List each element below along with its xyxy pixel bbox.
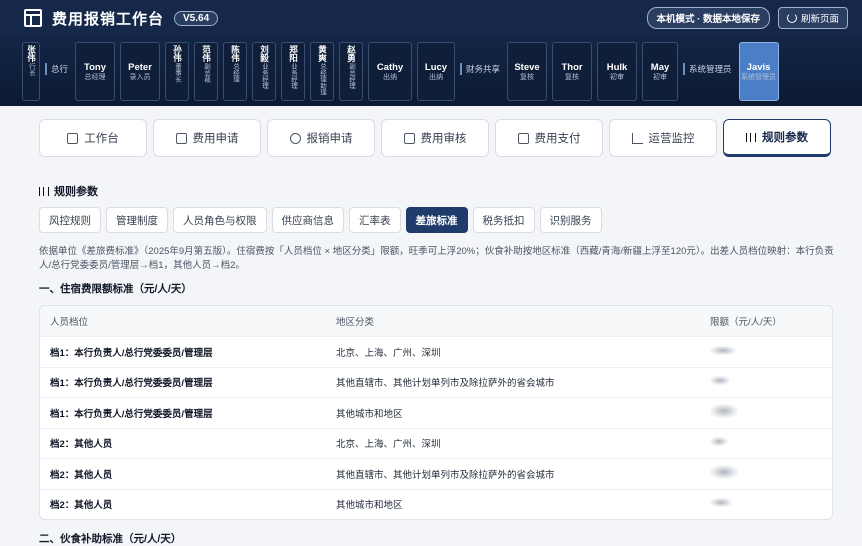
role-card[interactable]: 范伟 副总裁 — [194, 42, 219, 101]
version-badge: V5.64 — [174, 10, 219, 26]
main-tabs: 工作台 费用申请 报销申请 费用审核 费用支付 运营监控 规则参数 — [39, 119, 831, 157]
table-row: 档2：其他人员 其他城市和地区 — [40, 488, 832, 520]
sliders-icon — [39, 186, 49, 196]
chart-icon — [631, 132, 643, 144]
role-card[interactable]: Lucy 出纳 — [417, 42, 456, 101]
column-header: 限额（元/人/天） — [710, 317, 782, 328]
role-card-active[interactable]: Javis 系统管理员 — [738, 42, 779, 101]
refresh-icon — [786, 13, 797, 23]
policy-description: 依据单位《差旅费标准》（2025年9月第五版）。住宿费按「人员档位 × 地区分类… — [39, 246, 834, 271]
subtab-risk-rules[interactable]: 风控规则 — [39, 207, 101, 233]
table-row: 档2：其他人员 北京、上海、广州、深圳 — [40, 427, 832, 459]
check-circle-icon — [289, 132, 301, 144]
redacted-value — [710, 376, 730, 386]
role-card[interactable]: Peter 录入员 — [120, 42, 161, 101]
lodging-heading: 一、住宿费限额标准（元/人/天） — [39, 283, 192, 295]
role-card[interactable]: Thor 复核 — [552, 42, 593, 101]
role-card[interactable]: Tony 总经理 — [75, 42, 116, 101]
role-card[interactable]: 孙伟 董事长 — [165, 42, 190, 101]
section-title: 规则参数 — [39, 183, 98, 199]
app-title: 费用报销工作台 — [52, 10, 165, 28]
table-row: 档1：本行负责人/总行党委委员/管理层 其他城市和地区 — [40, 397, 832, 428]
group-label-shared: 财务共享 — [460, 63, 502, 75]
sliders-icon — [746, 132, 756, 142]
tab-operations-monitor[interactable]: 运营监控 — [609, 119, 717, 157]
tab-expense-review[interactable]: 费用审核 — [381, 119, 489, 157]
role-card[interactable]: 郑阳 业务经理 — [281, 42, 306, 101]
layout-icon — [24, 9, 42, 27]
refresh-label: 刷新页面 — [800, 14, 839, 25]
group-label-head-office: 总行 — [45, 63, 70, 75]
redacted-value — [710, 465, 738, 480]
role-card-partial[interactable]: 张伟 行长 — [22, 42, 40, 101]
redacted-value — [710, 345, 736, 355]
top-bar: 费用报销工作台 V5.64 本机模式 · 数据本地保存 刷新页面 — [0, 0, 862, 36]
redacted-value — [710, 498, 732, 508]
group-label-admin: 系统管理员 — [683, 63, 734, 75]
tab-rule-params[interactable]: 规则参数 — [723, 119, 831, 157]
role-switcher: 张伟 行长 总行 Tony 总经理 Peter 录入员 孙伟 董事长 范伟 副总裁 陈伟… — [0, 36, 862, 106]
role-card[interactable]: 陈伟 总经理 — [223, 42, 248, 101]
layers-icon — [403, 132, 415, 144]
table-row: 档1：本行负责人/总行党委委员/管理层 其他直辖市、其他计划单列市及除拉萨外的省… — [40, 366, 832, 398]
role-card[interactable]: Steve 复核 — [507, 42, 548, 101]
subtab-policies[interactable]: 管理制度 — [106, 207, 168, 233]
role-card[interactable]: 黄爽 总经理助理 — [310, 42, 335, 101]
tab-expense-payment[interactable]: 费用支付 — [495, 119, 603, 157]
subtab-travel-standards[interactable]: 差旅标准 — [405, 207, 468, 233]
role-card[interactable]: 刘毅 业务经理 — [252, 42, 277, 101]
meal-heading: 二、伙食补助标准（元/人/天） — [39, 533, 182, 545]
redacted-value — [710, 437, 728, 447]
lodging-table: 人员档位 地区分类 限额（元/人/天） 档1：本行负责人/总行党委委员/管理层 … — [39, 305, 833, 520]
subtab-tax-deduction[interactable]: 税务抵扣 — [472, 207, 535, 233]
role-card[interactable]: 赵勇 副总经理 — [339, 42, 364, 101]
mode-badge: 本机模式 · 数据本地保存 — [646, 7, 770, 29]
subtab-exchange-rates[interactable]: 汇率表 — [349, 207, 401, 233]
refresh-button[interactable]: 刷新页面 — [777, 7, 848, 29]
sub-tabs: 风控规则 管理制度 人员角色与权限 供应商信息 汇率表 差旅标准 税务抵扣 识别… — [39, 207, 602, 233]
card-icon — [517, 132, 529, 144]
tab-expense-request[interactable]: 费用申请 — [153, 119, 261, 157]
role-card[interactable]: Hulk 初审 — [597, 42, 638, 101]
subtab-recognition-service[interactable]: 识别服务 — [539, 207, 602, 233]
role-card[interactable]: May 初审 — [642, 42, 679, 101]
subtab-suppliers[interactable]: 供应商信息 — [271, 207, 344, 233]
table-row: 档2：其他人员 其他直辖市、其他计划单列市及除拉萨外的省会城市 — [40, 458, 832, 489]
table-header: 人员档位 地区分类 限额（元/人/天） — [40, 306, 832, 336]
column-header: 地区分类 — [336, 317, 375, 328]
tab-workbench[interactable]: 工作台 — [39, 119, 147, 157]
tab-reimbursement[interactable]: 报销申请 — [267, 119, 375, 157]
subtab-roles-permissions[interactable]: 人员角色与权限 — [173, 207, 267, 233]
role-card[interactable]: Cathy 出纳 — [368, 42, 413, 101]
document-icon — [175, 132, 187, 144]
column-header: 人员档位 — [50, 317, 89, 328]
home-icon — [67, 132, 79, 144]
table-row: 档1：本行负责人/总行党委委员/管理层 北京、上海、广州、深圳 — [40, 336, 832, 367]
redacted-value — [710, 404, 738, 419]
